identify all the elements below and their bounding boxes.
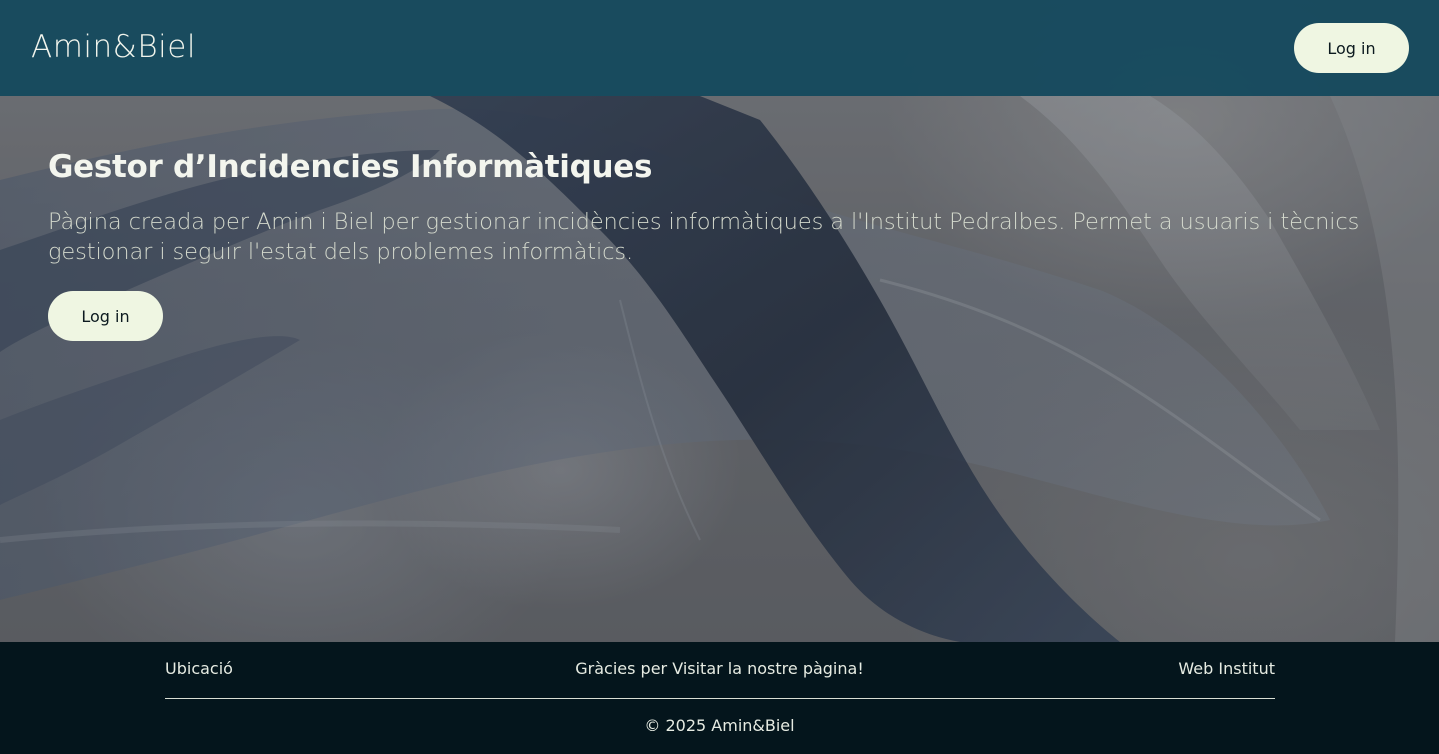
site-footer: Gràcies per Visitar la nostre pàgina! Ub…	[0, 642, 1439, 754]
page: Amin&Biel Log in Gestor d’Incidencies In…	[0, 0, 1439, 754]
footer-divider	[165, 698, 1275, 699]
footer-institute-link[interactable]: Web Institut	[1178, 658, 1275, 680]
header-login-button[interactable]: Log in	[1294, 23, 1409, 73]
hero-dark-overlay	[0, 0, 1439, 642]
hero-login-button[interactable]: Log in	[48, 291, 163, 341]
hero-title: Gestor d’Incidencies Informàtiques	[48, 149, 653, 185]
footer-location-link[interactable]: Ubicació	[165, 658, 233, 680]
brand-logo-text[interactable]: Amin&Biel	[31, 27, 196, 67]
site-header: Amin&Biel Log in	[0, 0, 1439, 96]
hero-description: Pàgina creada per Amin i Biel per gestio…	[48, 209, 1360, 265]
footer-copyright: © 2025 Amin&Biel	[644, 716, 795, 735]
